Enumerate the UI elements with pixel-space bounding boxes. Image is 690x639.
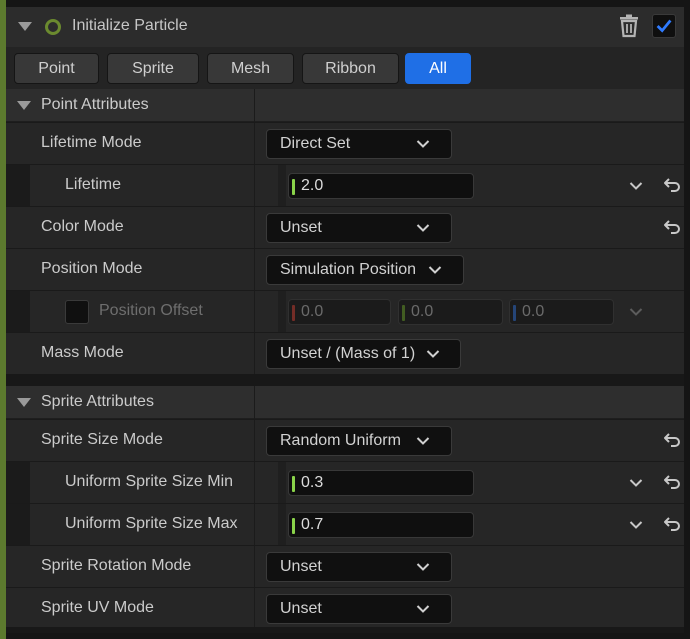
sprite-uv-mode-row: Sprite UV Mode Unset: [6, 587, 684, 629]
chevron-down-icon: [428, 265, 442, 275]
mass-mode-dropdown[interactable]: Unset / (Mass of 1): [266, 339, 461, 369]
sprite-size-max-row: Uniform Sprite Size Max 0.7: [6, 503, 684, 545]
module-title: Initialize Particle: [72, 17, 188, 34]
chevron-down-icon: [416, 223, 430, 233]
section-title: Point Attributes: [41, 96, 149, 113]
tab-point[interactable]: Point: [14, 53, 99, 84]
position-offset-x-input: 0.0: [288, 299, 391, 325]
position-mode-dropdown[interactable]: Simulation Position: [266, 255, 464, 285]
color-mode-row: Color Mode Unset: [6, 206, 684, 248]
lifetime-input[interactable]: 2.0: [288, 173, 474, 199]
reset-icon[interactable]: [663, 219, 681, 235]
chevron-down-icon: [416, 436, 430, 446]
chevron-down-icon: [416, 139, 430, 149]
position-mode-row: Position Mode Simulation Position: [6, 248, 684, 290]
panel-footer: [6, 627, 684, 633]
chevron-down-icon: [426, 349, 440, 359]
chevron-down-icon[interactable]: [629, 181, 643, 191]
mass-mode-row: Mass Mode Unset / (Mass of 1): [6, 332, 684, 374]
tab-mesh[interactable]: Mesh: [207, 53, 294, 84]
collapse-caret-icon[interactable]: [18, 22, 32, 31]
module-ring-icon: [45, 19, 61, 35]
sprite-uv-mode-label: Sprite UV Mode: [41, 599, 154, 616]
sprite-size-min-label: Uniform Sprite Size Min: [65, 473, 234, 490]
sprite-size-min-input[interactable]: 0.3: [288, 470, 474, 496]
position-offset-label: Position Offset: [99, 302, 203, 319]
chevron-down-icon[interactable]: [629, 478, 643, 488]
point-attributes-header[interactable]: Point Attributes: [6, 89, 684, 122]
reset-icon[interactable]: [663, 516, 681, 532]
position-offset-row: Position Offset 0.0 0.0 0.0: [6, 290, 684, 332]
sprite-attributes-header[interactable]: Sprite Attributes: [6, 386, 684, 419]
lifetime-mode-dropdown[interactable]: Direct Set: [266, 129, 452, 159]
sprite-rotation-mode-dropdown[interactable]: Unset: [266, 552, 452, 582]
sprite-rotation-mode-row: Sprite Rotation Mode Unset: [6, 545, 684, 587]
chevron-down-icon: [416, 604, 430, 614]
lifetime-row: Lifetime 2.0: [6, 164, 684, 206]
position-offset-y-input: 0.0: [398, 299, 503, 325]
sprite-size-max-input[interactable]: 0.7: [288, 512, 474, 538]
trash-icon[interactable]: [618, 14, 640, 38]
position-mode-label: Position Mode: [41, 260, 143, 277]
reset-icon[interactable]: [663, 474, 681, 490]
sprite-size-min-row: Uniform Sprite Size Min 0.3: [6, 461, 684, 503]
sprite-uv-mode-dropdown[interactable]: Unset: [266, 594, 452, 624]
color-mode-label: Color Mode: [41, 218, 124, 235]
section-caret-icon[interactable]: [17, 101, 31, 110]
module-enable-checkbox[interactable]: [652, 14, 676, 38]
section-caret-icon[interactable]: [17, 398, 31, 407]
sprite-size-mode-row: Sprite Size Mode Random Uniform: [6, 419, 684, 461]
column-divider: [254, 386, 255, 419]
module-header[interactable]: Initialize Particle: [6, 7, 684, 47]
sprite-size-max-label: Uniform Sprite Size Max: [65, 515, 238, 532]
lifetime-label: Lifetime: [65, 176, 122, 193]
chevron-down-icon[interactable]: [629, 520, 643, 530]
color-mode-dropdown[interactable]: Unset: [266, 213, 452, 243]
lifetime-mode-row: Lifetime Mode Direct Set: [6, 122, 684, 164]
initialize-particle-module: Initialize Particle Point Sprite Mesh Ri…: [6, 7, 684, 633]
position-offset-z-input: 0.0: [509, 299, 614, 325]
tab-all[interactable]: All: [405, 53, 471, 84]
reset-icon[interactable]: [663, 177, 681, 193]
sprite-size-mode-dropdown[interactable]: Random Uniform: [266, 426, 452, 456]
column-divider: [254, 89, 255, 122]
reset-icon[interactable]: [663, 432, 681, 448]
lifetime-mode-label: Lifetime Mode: [41, 134, 142, 151]
tab-sprite[interactable]: Sprite: [107, 53, 199, 84]
sprite-size-mode-label: Sprite Size Mode: [41, 431, 163, 448]
mass-mode-label: Mass Mode: [41, 344, 124, 361]
section-title: Sprite Attributes: [41, 393, 154, 410]
tab-ribbon[interactable]: Ribbon: [302, 53, 399, 84]
chevron-down-icon: [629, 307, 643, 317]
sprite-rotation-mode-label: Sprite Rotation Mode: [41, 557, 192, 574]
checkmark-icon: [656, 19, 672, 33]
chevron-down-icon: [416, 562, 430, 572]
